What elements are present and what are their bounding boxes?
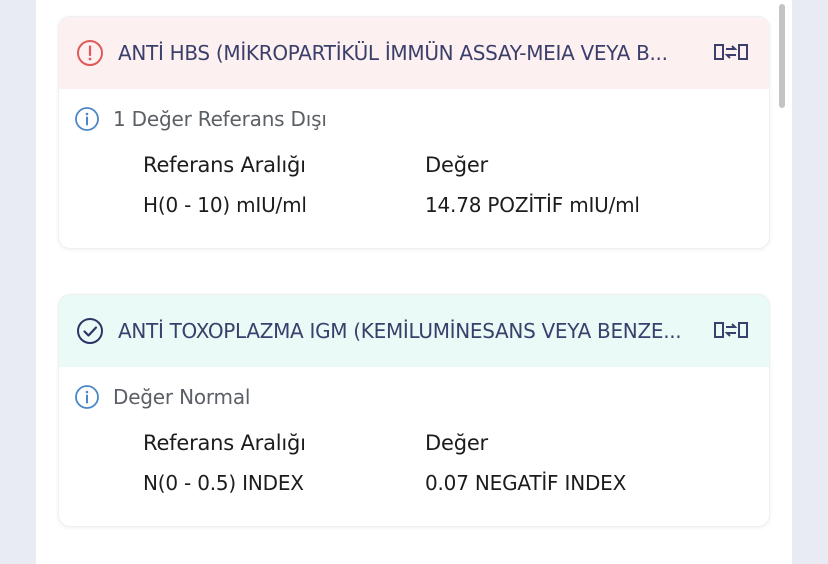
reference-range-value: H(0 - 10) mIU/ml <box>143 193 307 217</box>
check-circle-icon <box>77 318 103 344</box>
scrollbar[interactable] <box>779 4 785 108</box>
swap-icon[interactable] <box>713 39 749 65</box>
reference-range-value: N(0 - 0.5) INDEX <box>143 471 304 495</box>
result-value: 0.07 NEGATİF INDEX <box>425 471 627 495</box>
result-card[interactable]: ANTİ TOXOPLAZMA IGM (KEMİLUMİNESANS VEYA… <box>58 294 770 527</box>
result-status-text: 1 Değer Referans Dışı <box>113 107 327 131</box>
swap-icon[interactable] <box>713 317 749 343</box>
info-icon <box>75 107 99 131</box>
result-status-text: Değer Normal <box>113 385 251 409</box>
result-card-header[interactable]: ANTİ TOXOPLAZMA IGM (KEMİLUMİNESANS VEYA… <box>59 295 769 367</box>
result-status-row: 1 Değer Referans Dışı <box>74 105 327 133</box>
result-status-row: Değer Normal <box>74 383 250 411</box>
result-card[interactable]: ANTİ HBS (MİKROPARTİKÜL İMMÜN ASSAY-MEIA… <box>58 16 770 249</box>
value-header: Değer <box>425 153 488 177</box>
reference-range-header: Referans Aralığı <box>143 153 306 177</box>
test-title: ANTİ TOXOPLAZMA IGM (KEMİLUMİNESANS VEYA… <box>118 319 682 343</box>
value-header: Değer <box>425 431 488 455</box>
exclamation-circle-icon <box>77 40 103 66</box>
result-value: 14.78 POZİTİF mIU/ml <box>425 193 640 217</box>
result-card-header[interactable]: ANTİ HBS (MİKROPARTİKÜL İMMÜN ASSAY-MEIA… <box>59 17 769 89</box>
reference-range-header: Referans Aralığı <box>143 431 306 455</box>
info-icon <box>75 385 99 409</box>
test-title: ANTİ HBS (MİKROPARTİKÜL İMMÜN ASSAY-MEIA… <box>118 41 668 65</box>
